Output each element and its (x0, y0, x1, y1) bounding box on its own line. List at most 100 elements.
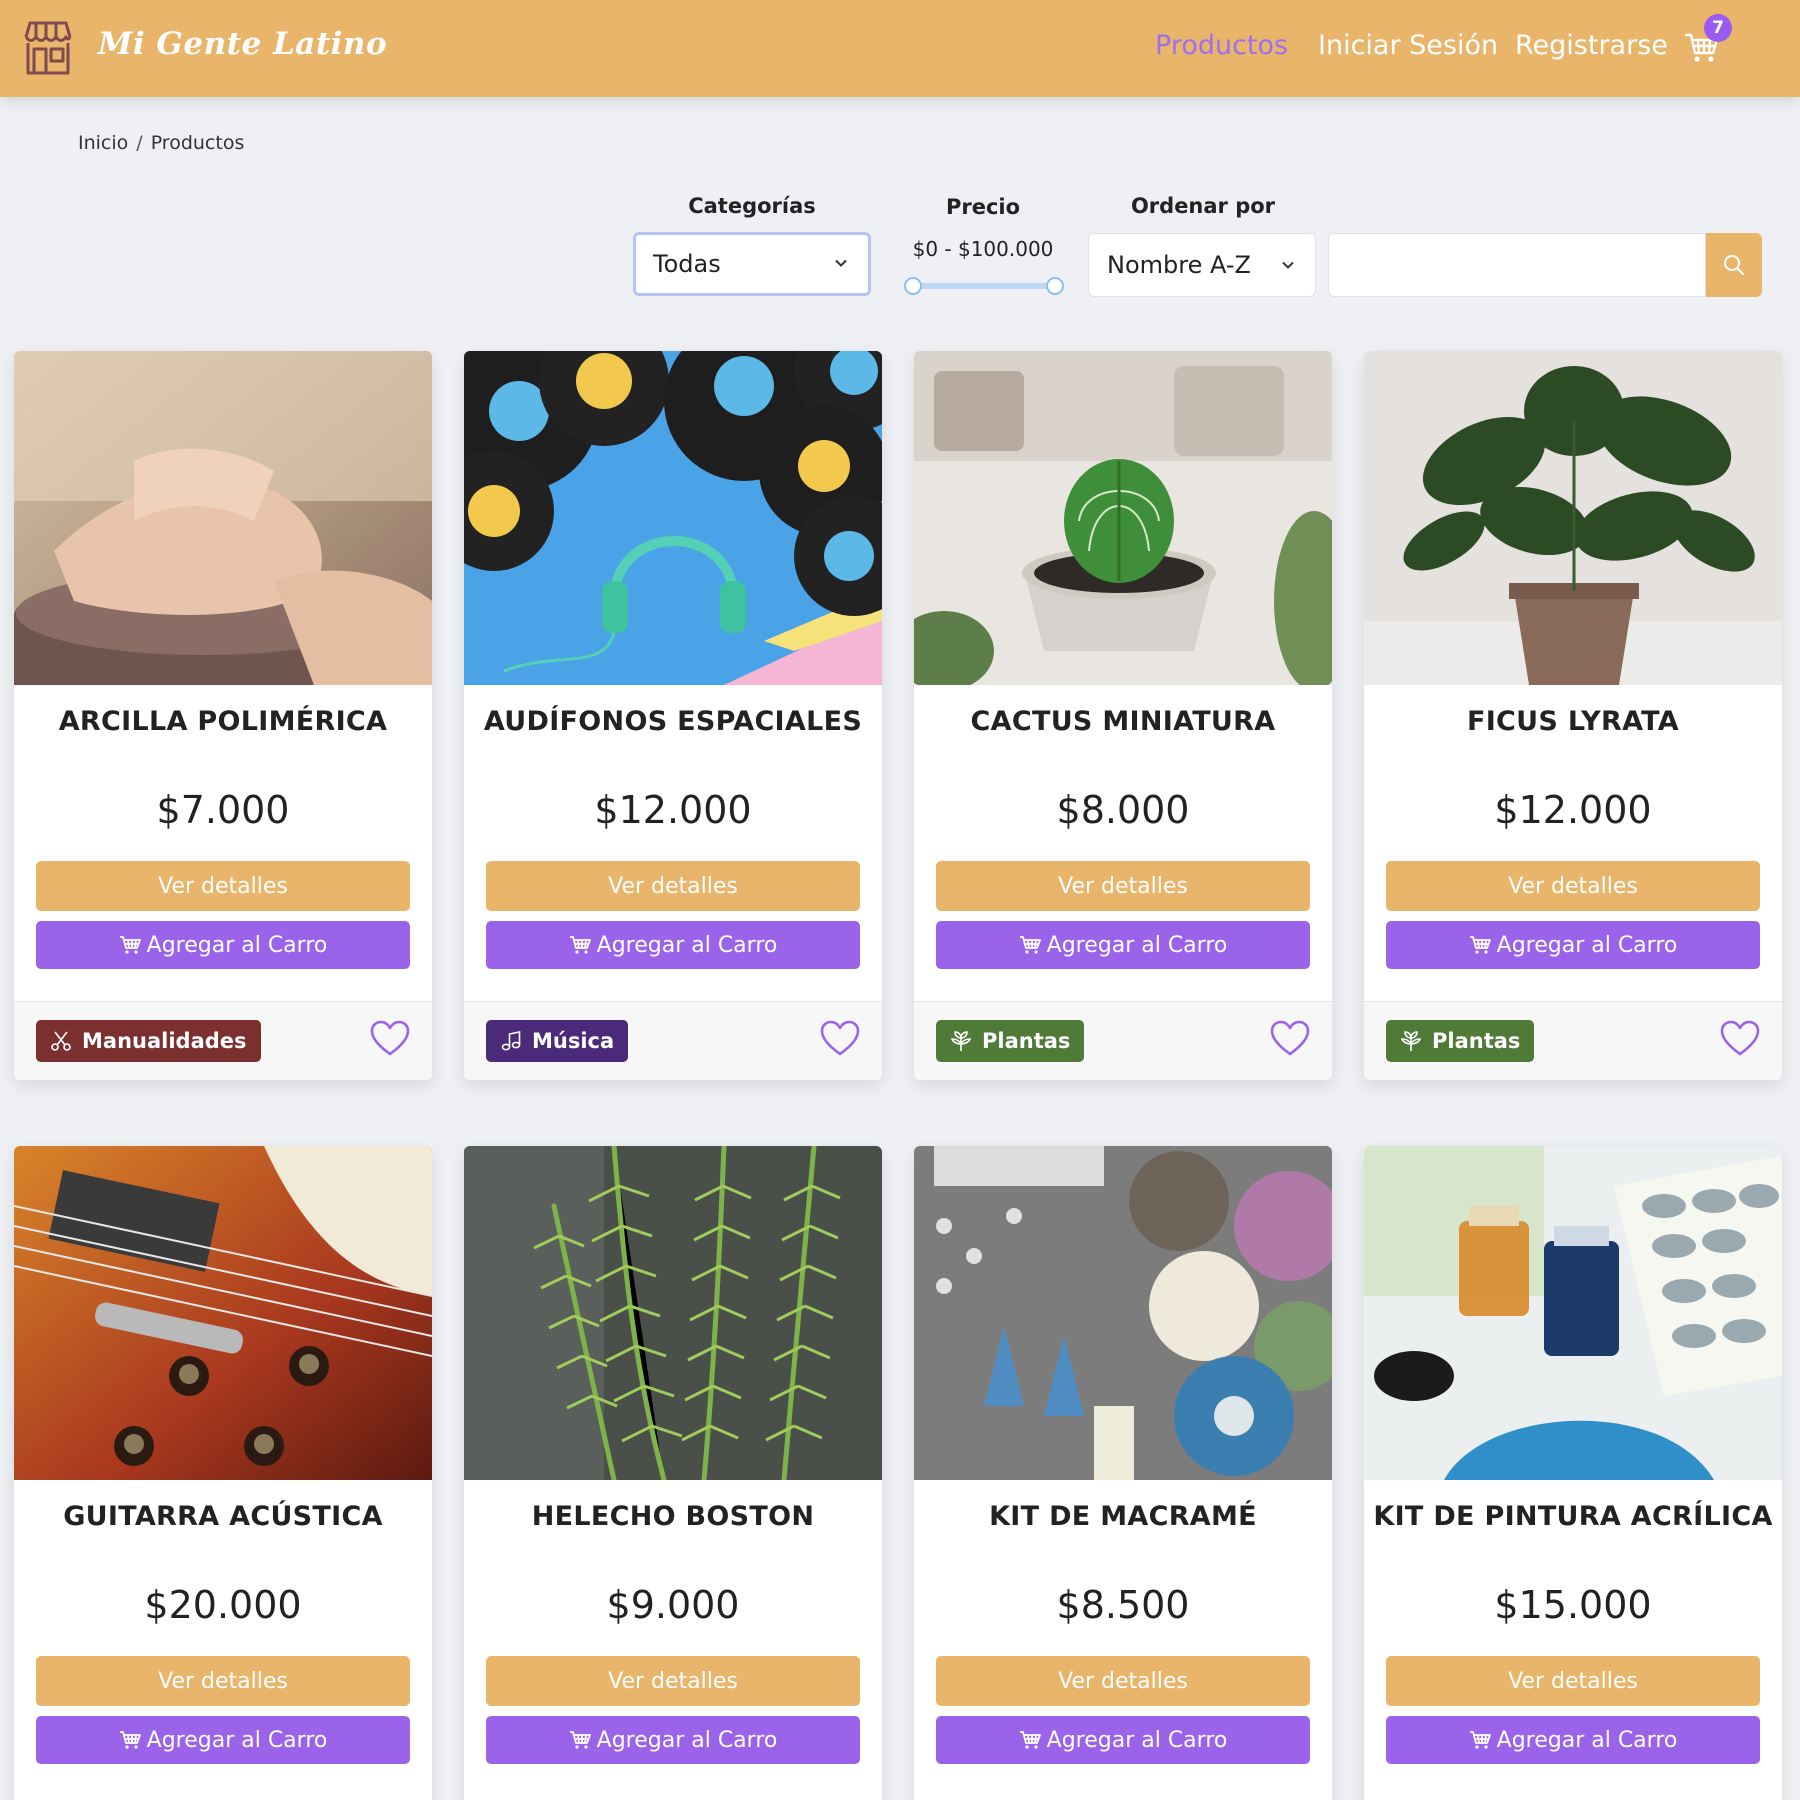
category-badge-label: Plantas (982, 1029, 1071, 1053)
view-details-button[interactable]: Ver detalles (486, 1656, 860, 1706)
heart-icon[interactable] (1270, 1020, 1310, 1058)
category-badge[interactable]: Plantas (936, 1020, 1085, 1062)
add-to-cart-button[interactable]: Agregar al Carro (36, 921, 410, 969)
price-filter-label: Precio (945, 195, 1021, 219)
product-image[interactable] (1364, 1146, 1782, 1480)
heart-icon[interactable] (370, 1020, 410, 1058)
price-range-value: $0 - $100.000 (912, 237, 1054, 261)
add-to-cart-label: Agregar al Carro (1046, 932, 1228, 958)
breadcrumb-separator: / (136, 132, 143, 154)
search-input[interactable] (1328, 233, 1706, 297)
product-image[interactable] (914, 351, 1332, 685)
cart-icon (569, 935, 591, 955)
product-card[interactable]: GUITARRA ACÚSTICA $20.000 Ver detalles A… (14, 1146, 432, 1800)
nav-products[interactable]: Productos (1155, 30, 1288, 61)
cart-count-badge: 7 (1704, 14, 1732, 42)
category-badge-label: Plantas (1432, 1029, 1521, 1053)
category-select[interactable]: Todas (633, 232, 871, 296)
product-price: $20.000 (144, 1583, 302, 1627)
price-slider-min-handle[interactable] (904, 277, 922, 295)
category-badge[interactable]: Plantas (1386, 1020, 1535, 1062)
scissors-icon (50, 1030, 72, 1052)
price-slider-max-handle[interactable] (1046, 277, 1064, 295)
search-icon (1724, 255, 1745, 276)
heart-icon[interactable] (1720, 1020, 1760, 1058)
view-details-button[interactable]: Ver detalles (1386, 861, 1760, 911)
add-to-cart-label: Agregar al Carro (146, 1727, 328, 1753)
add-to-cart-button[interactable]: Agregar al Carro (1386, 1716, 1760, 1764)
add-to-cart-label: Agregar al Carro (1046, 1727, 1228, 1753)
brand-name[interactable]: Mi Gente Latino (98, 26, 387, 62)
product-price: $15.000 (1494, 1583, 1652, 1627)
product-image[interactable] (914, 1146, 1332, 1480)
cart-icon (1469, 935, 1491, 955)
product-price: $9.000 (606, 1583, 740, 1627)
cart-icon (1019, 1730, 1041, 1750)
cart-icon (1019, 935, 1041, 955)
price-slider-track[interactable] (913, 283, 1055, 289)
product-card[interactable]: KIT DE MACRAMÉ $8.500 Ver detalles Agreg… (914, 1146, 1332, 1800)
add-to-cart-label: Agregar al Carro (596, 932, 778, 958)
add-to-cart-button[interactable]: Agregar al Carro (1386, 921, 1760, 969)
product-image[interactable] (464, 351, 882, 685)
product-name: KIT DE MACRAMÉ (989, 1501, 1257, 1532)
add-to-cart-button[interactable]: Agregar al Carro (486, 921, 860, 969)
store-icon[interactable] (18, 17, 78, 77)
product-image[interactable] (14, 1146, 432, 1480)
product-name: AUDÍFONOS ESPACIALES (483, 706, 863, 737)
category-filter-label: Categorías (688, 194, 816, 218)
add-to-cart-label: Agregar al Carro (596, 1727, 778, 1753)
view-details-button[interactable]: Ver detalles (936, 861, 1310, 911)
chevron-down-icon (1282, 261, 1294, 269)
product-card[interactable]: FICUS LYRATA $12.000 Ver detalles Agrega… (1364, 351, 1782, 1080)
product-card[interactable]: KIT DE PINTURA ACRÍLICA $15.000 Ver deta… (1364, 1146, 1782, 1800)
product-image[interactable] (14, 351, 432, 685)
cart-icon (119, 935, 141, 955)
product-price: $8.500 (1056, 1583, 1190, 1627)
view-details-button[interactable]: Ver detalles (936, 1656, 1310, 1706)
product-price: $12.000 (1494, 788, 1652, 832)
category-badge[interactable]: Manualidades (36, 1020, 261, 1062)
product-image[interactable] (1364, 351, 1782, 685)
add-to-cart-button[interactable]: Agregar al Carro (486, 1716, 860, 1764)
add-to-cart-label: Agregar al Carro (146, 932, 328, 958)
plant-icon (1400, 1030, 1422, 1052)
product-name: KIT DE PINTURA ACRÍLICA (1373, 1501, 1773, 1532)
view-details-button[interactable]: Ver detalles (36, 861, 410, 911)
product-card[interactable]: ARCILLA POLIMÉRICA $7.000 Ver detalles A… (14, 351, 432, 1080)
product-price: $8.000 (1056, 788, 1190, 832)
cart-icon (119, 1730, 141, 1750)
view-details-button[interactable]: Ver detalles (486, 861, 860, 911)
breadcrumb-home[interactable]: Inicio (78, 132, 128, 154)
plant-icon (950, 1030, 972, 1052)
order-select-value: Nombre A-Z (1107, 251, 1251, 279)
view-details-button[interactable]: Ver detalles (1386, 1656, 1760, 1706)
breadcrumb-current: Productos (150, 132, 245, 154)
view-details-button[interactable]: Ver detalles (36, 1656, 410, 1706)
add-to-cart-label: Agregar al Carro (1496, 932, 1678, 958)
product-card[interactable]: AUDÍFONOS ESPACIALES $12.000 Ver detalle… (464, 351, 882, 1080)
category-select-value: Todas (653, 250, 721, 278)
breadcrumb: Inicio / Productos (78, 132, 244, 154)
nav-login[interactable]: Iniciar Sesión (1318, 30, 1498, 61)
product-card[interactable]: CACTUS MINIATURA $8.000 Ver detalles Agr… (914, 351, 1332, 1080)
navbar: Mi Gente Latino Productos Iniciar Sesión… (0, 0, 1800, 97)
add-to-cart-button[interactable]: Agregar al Carro (936, 1716, 1310, 1764)
category-badge[interactable]: Música (486, 1020, 629, 1062)
product-price: $7.000 (156, 788, 290, 832)
add-to-cart-button[interactable]: Agregar al Carro (936, 921, 1310, 969)
add-to-cart-button[interactable]: Agregar al Carro (36, 1716, 410, 1764)
product-name: FICUS LYRATA (1466, 706, 1680, 737)
product-image[interactable] (464, 1146, 882, 1480)
product-name: GUITARRA ACÚSTICA (63, 1501, 383, 1532)
nav-register[interactable]: Registrarse (1515, 30, 1668, 61)
music-note-icon (500, 1030, 522, 1052)
product-card[interactable]: HELECHO BOSTON $9.000 Ver detalles Agreg… (464, 1146, 882, 1800)
search-button[interactable] (1706, 233, 1762, 297)
product-price: $12.000 (594, 788, 752, 832)
product-name: CACTUS MINIATURA (970, 706, 1276, 737)
category-badge-label: Música (532, 1029, 615, 1053)
order-select[interactable]: Nombre A-Z (1088, 233, 1316, 297)
cart-icon (1469, 1730, 1491, 1750)
heart-icon[interactable] (820, 1020, 860, 1058)
